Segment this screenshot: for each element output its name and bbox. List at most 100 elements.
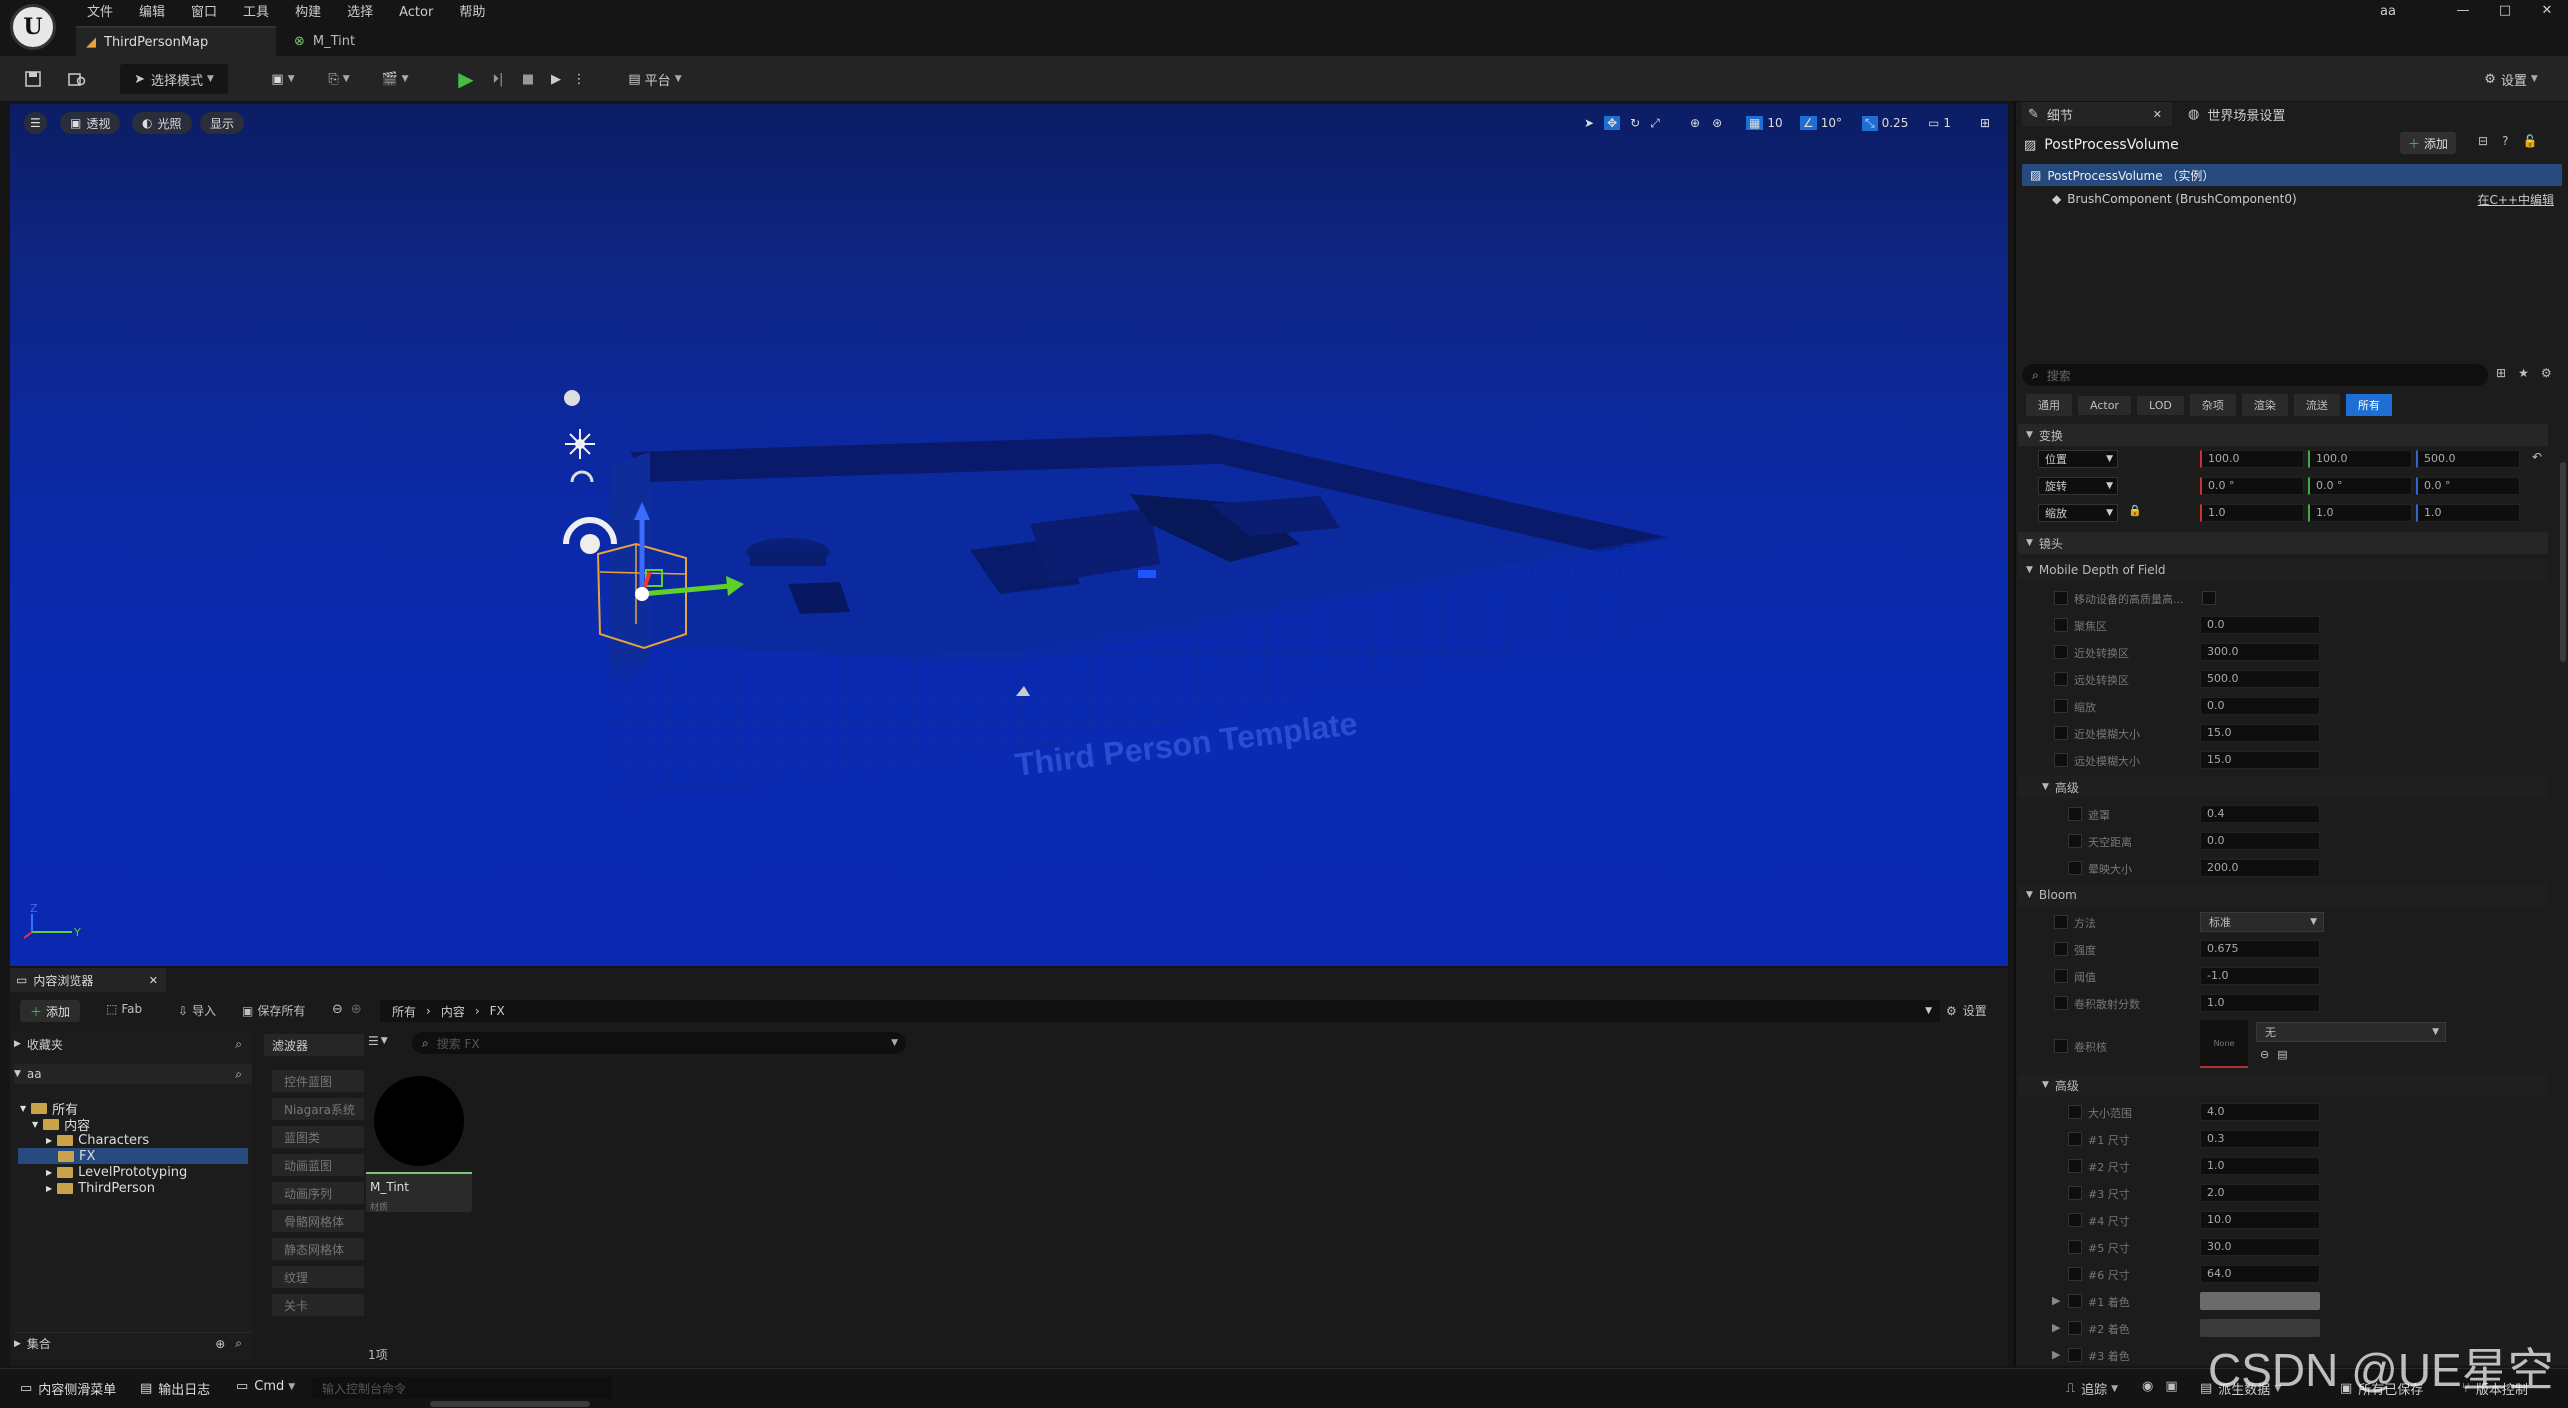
save-all-button[interactable]: ▣ 保存所有	[242, 1002, 305, 1019]
settings-button[interactable]: ⚙ 设置 ▼	[2474, 64, 2548, 94]
filter-widget-blueprint[interactable]: 控件蓝图	[272, 1070, 364, 1092]
content-browser-tab[interactable]: ▭ 内容浏览器 ✕	[10, 968, 166, 992]
close-icon[interactable]: ✕	[149, 974, 158, 987]
bloom-checkbox[interactable]	[2054, 969, 2068, 983]
horizontal-scrollbar[interactable]	[430, 1401, 590, 1407]
project-header[interactable]: ▼ aa ⌕	[14, 1064, 252, 1084]
cinematics-button[interactable]: 🎬 ▼	[374, 64, 416, 94]
convolution-kernel-dropdown[interactable]: 无 ▼	[2256, 1022, 2446, 1042]
component-row[interactable]: ◆ BrushComponent (BrushComponent0) 在C++中…	[2022, 188, 2562, 210]
rotation-z-input[interactable]: 0.0 °	[2416, 477, 2520, 495]
surface-snap-icon[interactable]: ⊛	[1712, 116, 1722, 130]
location-dropdown[interactable]: 位置 ▼	[2038, 450, 2118, 468]
adv2-value-1[interactable]: 0.3	[2200, 1130, 2320, 1148]
adv-checkbox[interactable]	[2068, 1213, 2082, 1227]
details-search-input[interactable]: ⌕ 搜索	[2022, 364, 2488, 386]
mdof-checkbox[interactable]	[2054, 753, 2068, 767]
menu-select[interactable]: 选择	[334, 2, 386, 24]
menu-build[interactable]: 构建	[282, 2, 334, 24]
forward-icon[interactable]: ⊕	[351, 1002, 362, 1017]
tab-details[interactable]: ✎ 细节 ✕	[2022, 102, 2172, 126]
expand-icon[interactable]: ▶	[2052, 1294, 2060, 1307]
filter-skeletal-mesh[interactable]: 骨骼网格体	[272, 1210, 364, 1232]
search-icon[interactable]: ⌕	[235, 1037, 242, 1052]
console-input[interactable]: 输入控制台命令	[312, 1377, 612, 1399]
adv-checkbox[interactable]	[2068, 1294, 2082, 1308]
adv-checkbox[interactable]	[2068, 807, 2082, 821]
adv2-value-6[interactable]: 64.0	[2200, 1265, 2320, 1283]
show-button[interactable]: 显示	[200, 112, 245, 134]
tab-thirdpersonmap[interactable]: ◢ ThirdPersonMap	[76, 26, 276, 56]
details-scrollbar[interactable]	[2560, 462, 2566, 662]
breadcrumb-content[interactable]: 内容	[441, 1003, 465, 1020]
adv1-value-2[interactable]: 200.0	[2200, 859, 2320, 877]
search-icon[interactable]: ⌕	[235, 1067, 242, 1082]
filter-niagara-system[interactable]: Niagara系统	[272, 1098, 364, 1120]
adv-checkbox[interactable]	[2068, 1321, 2082, 1335]
menu-window[interactable]: 窗口	[178, 2, 230, 24]
adv-checkbox[interactable]	[2068, 861, 2082, 875]
tree-item-content[interactable]: ▼ 内容	[32, 1116, 90, 1134]
filter-anim-sequence[interactable]: 动画序列	[272, 1182, 364, 1204]
asset-search-input[interactable]: ⌕ 搜索 FX ▼	[412, 1032, 906, 1054]
filter-lod[interactable]: LOD	[2136, 395, 2184, 415]
maximize-button[interactable]: □	[2484, 0, 2526, 24]
adv-checkbox[interactable]	[2068, 1348, 2082, 1362]
select-mode-dropdown[interactable]: ➤ 选择模式 ▼	[120, 64, 228, 94]
translate-tool-icon[interactable]: ✥	[1604, 116, 1621, 130]
bloom-checkbox[interactable]	[2054, 915, 2068, 929]
blueprint-icon[interactable]: ⊟	[2478, 134, 2488, 148]
select-tool-icon[interactable]: ➤	[1584, 116, 1594, 130]
mdof-value-5[interactable]: 15.0	[2200, 724, 2320, 742]
path-breadcrumb[interactable]: 所有 › 内容 › FX ▼	[380, 1000, 1940, 1022]
mdof-value-1[interactable]: 0.0	[2200, 616, 2320, 634]
table-view-icon[interactable]: ⊞	[2496, 366, 2506, 380]
menu-help[interactable]: 帮助	[446, 2, 498, 24]
instance-row[interactable]: ▨ PostProcessVolume （实例）	[2022, 164, 2562, 186]
adv-checkbox[interactable]	[2068, 1132, 2082, 1146]
texture-thumbnail[interactable]: None	[2200, 1020, 2248, 1068]
scale-dropdown[interactable]: 缩放 ▼	[2038, 504, 2118, 522]
world-local-icon[interactable]: ⊕	[1690, 116, 1700, 130]
filter-streaming[interactable]: 流送	[2293, 394, 2340, 416]
cb-settings-button[interactable]: ⚙ 设置	[1946, 1002, 1987, 1019]
camera-speed[interactable]: ▭ 1	[1928, 112, 1951, 134]
menu-file[interactable]: 文件	[74, 2, 126, 24]
tree-item-levelprototyping[interactable]: ▶ LevelPrototyping	[46, 1164, 187, 1180]
unreal-logo-icon[interactable]: U	[10, 4, 56, 50]
camera-icon[interactable]: ▣	[2165, 1379, 2177, 1394]
launch-button[interactable]: ▶	[542, 64, 570, 94]
bloom-value-1[interactable]: -1.0	[2200, 967, 2320, 985]
add-component-button[interactable]: ＋ 添加	[2400, 132, 2457, 154]
section-lens[interactable]: ▼ 镜头	[2018, 532, 2548, 554]
play-button[interactable]: ▶	[452, 64, 480, 94]
platform-dropdown[interactable]: ▤ 平台 ▼	[620, 64, 690, 94]
bloom-checkbox[interactable]	[2054, 942, 2068, 956]
scale-y-input[interactable]: 1.0	[2308, 504, 2412, 522]
browse-asset-icon[interactable]: ▤	[2277, 1048, 2287, 1061]
section-bloom[interactable]: ▼ Bloom	[2018, 884, 2548, 906]
adv1-value-0[interactable]: 0.4	[2200, 805, 2320, 823]
menu-actor[interactable]: Actor	[386, 2, 446, 24]
expand-icon[interactable]: ▶	[2052, 1321, 2060, 1334]
stop-button[interactable]: ■	[514, 64, 542, 94]
adv-checkbox[interactable]	[2068, 1240, 2082, 1254]
filter-rendering[interactable]: 渲染	[2241, 394, 2288, 416]
add-actor-button[interactable]: ▣ ▼	[262, 64, 304, 94]
favorites-header[interactable]: ▶ 收藏夹 ⌕	[14, 1034, 252, 1054]
convolution-checkbox[interactable]	[2054, 1039, 2068, 1053]
filter-anim-blueprint[interactable]: 动画蓝图	[272, 1154, 364, 1176]
grid-snap[interactable]: ▦ 10	[1746, 112, 1783, 134]
advance-frame-button[interactable]: ⏵|	[484, 64, 512, 94]
bloom-value-2[interactable]: 1.0	[2200, 994, 2320, 1012]
filter-level[interactable]: 关卡	[272, 1294, 364, 1316]
adv-checkbox[interactable]	[2068, 1105, 2082, 1119]
trace-button[interactable]: ⎍ 追踪 ▼	[2066, 1379, 2118, 1398]
mdof-value-4[interactable]: 0.0	[2200, 697, 2320, 715]
rotation-snap[interactable]: ∠ 10°	[1800, 112, 1842, 134]
tree-item-thirdperson[interactable]: ▶ ThirdPerson	[46, 1180, 155, 1196]
filter-actor[interactable]: Actor	[2078, 395, 2131, 415]
tab-world-settings[interactable]: ◍ 世界场景设置	[2182, 102, 2352, 126]
rotation-dropdown[interactable]: 旋转 ▼	[2038, 477, 2118, 495]
adv2-value-5[interactable]: 30.0	[2200, 1238, 2320, 1256]
